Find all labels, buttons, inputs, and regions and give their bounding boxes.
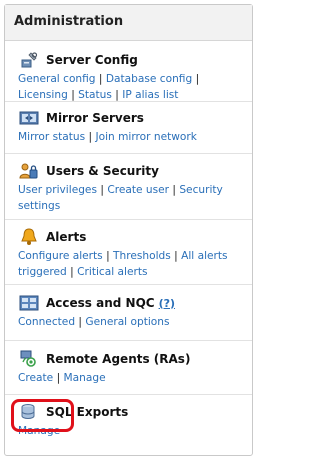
link-manage-ra[interactable]: Manage — [64, 372, 106, 384]
section-alerts: Alerts Configure alerts | Thresholds | A… — [5, 226, 252, 285]
link-database-config[interactable]: Database config — [106, 73, 192, 85]
link-create-ra[interactable]: Create — [18, 372, 53, 384]
administration-panel: Administration Server Config General con… — [4, 4, 253, 456]
link-thresholds[interactable]: Thresholds — [113, 250, 171, 262]
section-mirror-servers: Mirror Servers Mirror status | Join mirr… — [5, 107, 252, 154]
mirror-servers-icon — [19, 109, 39, 127]
section-title: Server Config — [46, 53, 138, 67]
access-grid-icon — [19, 294, 39, 312]
separator: | — [88, 131, 93, 143]
remote-agent-icon — [19, 350, 39, 368]
link-create-user[interactable]: Create user — [107, 184, 169, 196]
separator: | — [71, 89, 75, 101]
separator: | — [174, 250, 178, 262]
link-user-privileges[interactable]: User privileges — [18, 184, 97, 196]
separator: | — [78, 316, 82, 328]
separator: | — [115, 89, 119, 101]
highlight-annotation — [11, 399, 74, 432]
link-critical-alerts[interactable]: Critical alerts — [77, 266, 147, 278]
section-access-nqc: Access and NQC (?) Connected | General o… — [5, 292, 252, 341]
separator: | — [172, 184, 176, 196]
section-server-config: Server Config General config | Database … — [5, 49, 252, 102]
link-status[interactable]: Status — [78, 89, 112, 101]
separator: | — [56, 372, 61, 384]
separator: | — [98, 73, 103, 85]
separator: | — [195, 73, 200, 85]
link-configure-alerts[interactable]: Configure alerts — [18, 250, 103, 262]
section-users-security: Users & Security User privileges | Creat… — [5, 160, 252, 220]
link-join-mirror-network[interactable]: Join mirror network — [95, 131, 196, 143]
link-ip-alias-list[interactable]: IP alias list — [122, 89, 178, 101]
users-security-icon — [19, 162, 39, 180]
link-connected[interactable]: Connected — [18, 316, 75, 328]
link-licensing[interactable]: Licensing — [18, 89, 68, 101]
server-config-icon — [19, 51, 39, 69]
section-title: Mirror Servers — [46, 111, 144, 125]
panel-title: Administration — [14, 14, 124, 29]
section-remote-agents: Remote Agents (RAs) Create | Manage — [5, 348, 252, 395]
section-title: Access and NQC — [46, 296, 155, 310]
panel-header: Administration — [5, 5, 252, 41]
link-general-options[interactable]: General options — [85, 316, 169, 328]
section-title: Remote Agents (RAs) — [46, 352, 191, 366]
link-general-config[interactable]: General config — [18, 73, 96, 85]
section-title: Alerts — [46, 230, 87, 244]
link-mirror-status[interactable]: Mirror status — [18, 131, 85, 143]
separator: | — [100, 184, 104, 196]
separator: | — [106, 250, 110, 262]
section-title: Users & Security — [46, 164, 159, 178]
separator: | — [70, 266, 74, 278]
help-link[interactable]: (?) — [159, 297, 175, 310]
alert-bell-icon — [19, 228, 39, 246]
